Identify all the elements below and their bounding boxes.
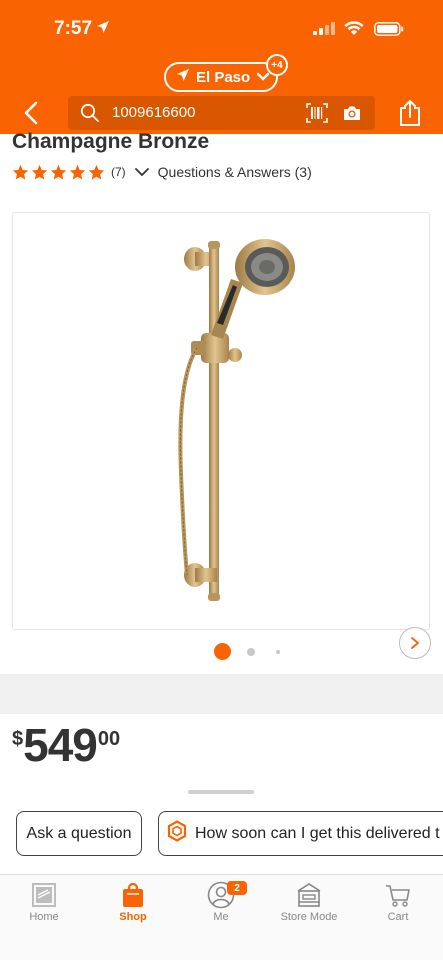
pagination-dot[interactable] — [276, 650, 280, 654]
section-divider — [0, 674, 443, 714]
nav-shop[interactable]: Shop — [89, 875, 177, 935]
questions-answers-link[interactable]: Questions & Answers (3) — [158, 164, 312, 180]
nav-cart-label: Cart — [387, 911, 409, 923]
search-query-text: 1009616600 — [112, 104, 196, 121]
hexagon-icon — [167, 820, 187, 847]
chevron-down-icon[interactable] — [134, 164, 150, 182]
cart-icon — [384, 881, 412, 909]
nav-me[interactable]: 2 Me — [177, 875, 265, 935]
share-icon — [400, 100, 420, 126]
ask-question-chip[interactable]: Ask a question — [16, 811, 142, 856]
store-location-label: El Paso — [196, 68, 251, 86]
location-count-badge: +4 — [266, 54, 288, 76]
price-dollars: 549 — [23, 719, 98, 771]
star-icon — [12, 164, 29, 180]
bottom-navigation: Home Shop 2 Me Store Mode Cart — [0, 874, 443, 960]
location-services-icon — [96, 20, 110, 39]
status-bar: 7:57 — [0, 0, 443, 58]
barcode-scan-icon[interactable] — [306, 103, 328, 128]
image-pagination — [0, 642, 443, 662]
nav-home-label: Home — [29, 911, 59, 923]
share-button[interactable] — [398, 98, 422, 128]
delivery-question-chip[interactable]: How soon can I get this delivered t — [158, 811, 443, 856]
pagination-dot-active[interactable] — [214, 643, 231, 660]
star-icon — [69, 164, 86, 180]
nav-store-mode[interactable]: Store Mode — [265, 875, 353, 935]
nav-me-label: Me — [213, 911, 229, 923]
store-location-selector[interactable]: El Paso — [164, 62, 278, 92]
product-image-frame[interactable] — [12, 212, 431, 659]
star-icon — [88, 164, 105, 180]
chevron-left-icon — [24, 101, 38, 125]
status-time: 7:57 — [54, 18, 93, 39]
product-price: $ 549 00 — [12, 720, 120, 770]
navigation-arrow-icon — [176, 68, 190, 86]
cellular-signal-icon — [313, 22, 335, 40]
nav-cart[interactable]: Cart — [354, 875, 442, 935]
product-title: Champagne Bronze — [12, 130, 210, 153]
wifi-icon — [344, 20, 364, 41]
price-cents: 00 — [97, 728, 121, 750]
hand-shower-slide-bar-image — [178, 239, 295, 601]
review-count: (7) — [111, 165, 126, 179]
search-input[interactable]: 1009616600 — [68, 96, 375, 130]
price-currency: $ — [12, 728, 24, 750]
star-icon — [50, 164, 67, 180]
app-header: 7:57 El Paso +4 1009616600 — [0, 0, 443, 134]
star-icon — [31, 164, 48, 180]
home-depot-logo-icon — [31, 881, 57, 909]
ask-question-label: Ask a question — [26, 824, 132, 842]
star-rating — [12, 164, 105, 181]
pagination-dot[interactable] — [247, 648, 255, 656]
notification-badge: 2 — [227, 881, 247, 895]
shopping-bag-icon — [121, 881, 145, 909]
nav-shop-label: Shop — [119, 911, 147, 923]
nav-store-mode-label: Store Mode — [280, 911, 338, 923]
battery-icon — [374, 22, 404, 41]
rating-row[interactable]: (7) Questions & Answers (3) — [12, 162, 312, 182]
camera-icon[interactable] — [342, 104, 362, 127]
sheet-drag-handle[interactable] — [188, 790, 254, 794]
delivery-question-label: How soon can I get this delivered t — [195, 824, 440, 842]
storefront-icon — [295, 881, 323, 909]
back-button[interactable] — [18, 98, 46, 128]
nav-home[interactable]: Home — [0, 875, 88, 935]
search-icon — [80, 103, 100, 128]
